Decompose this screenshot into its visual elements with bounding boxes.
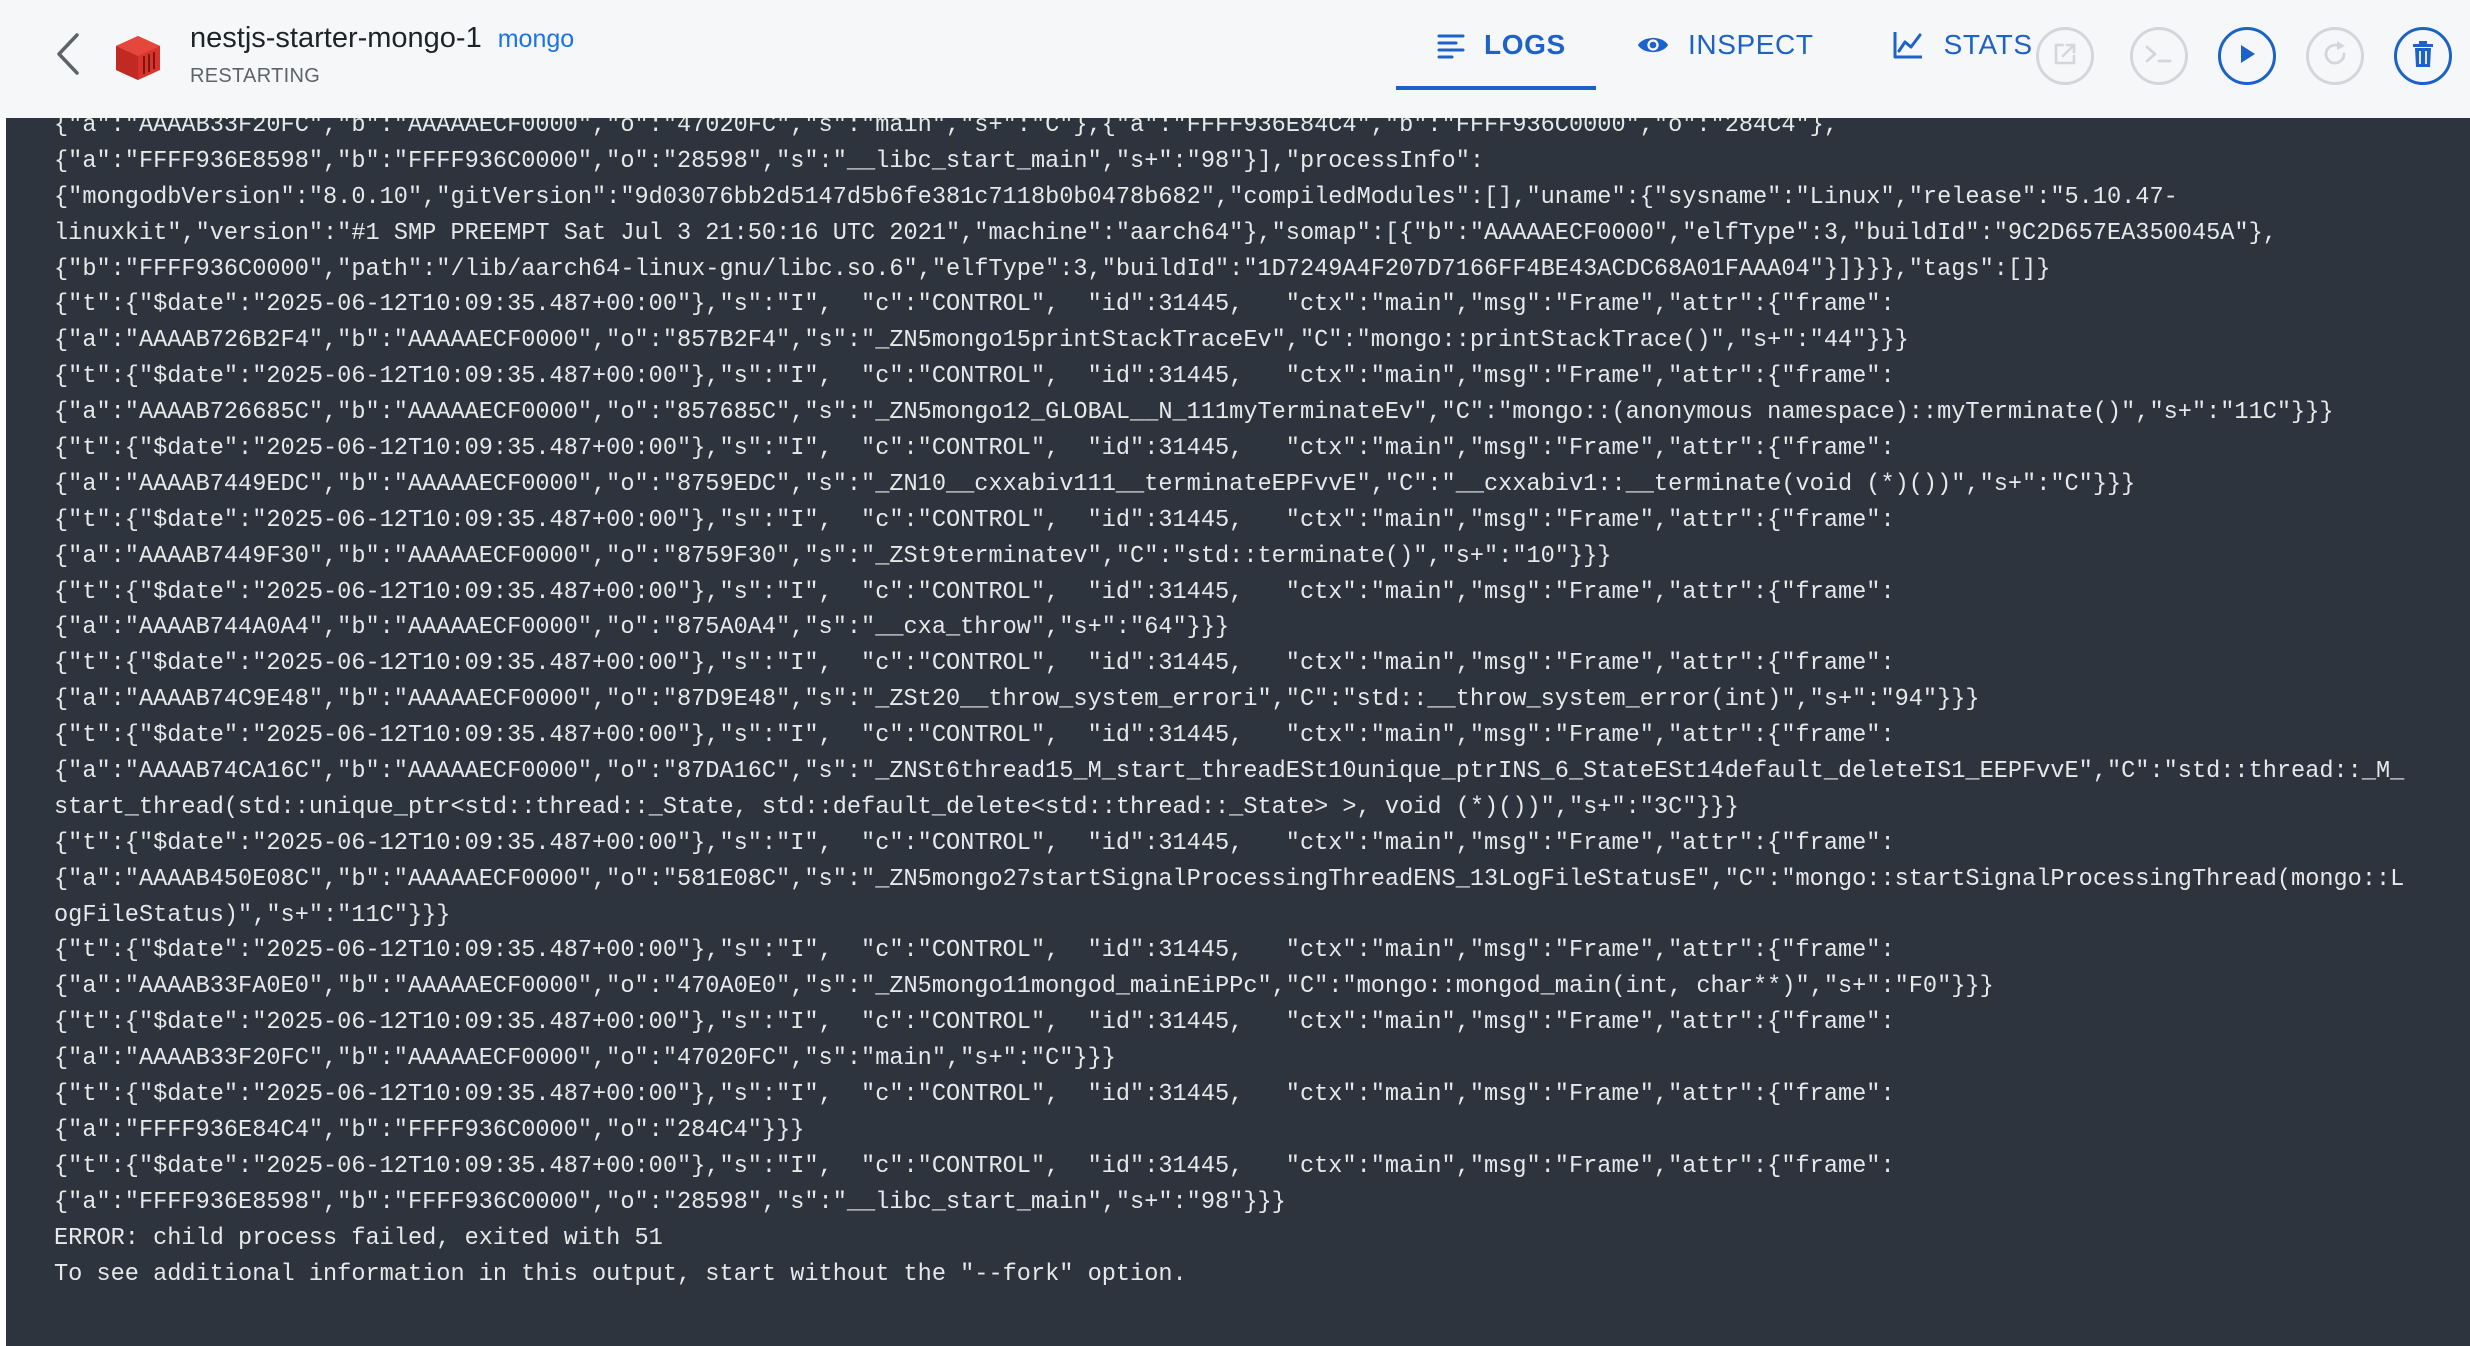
log-line: {"t":{"$date":"2025-06-12T10:09:35.487+0…	[54, 650, 1895, 678]
restart-icon	[2320, 39, 2350, 74]
log-line: {"a":"FFFF936E8598","b":"FFFF936C0000","…	[54, 1188, 1286, 1216]
log-line: {"t":{"$date":"2025-06-12T10:09:35.487+0…	[54, 1081, 1895, 1109]
cli-button[interactable]	[2130, 27, 2188, 85]
restart-button[interactable]	[2306, 27, 2364, 85]
log-line: {"t":{"$date":"2025-06-12T10:09:35.487+0…	[54, 363, 1895, 391]
terminal-icon	[2143, 42, 2175, 71]
log-line: To see additional information in this ou…	[54, 1260, 1187, 1288]
container-name: nestjs-starter-mongo-1	[190, 22, 482, 54]
log-line: ogFileStatus)","s+":"11C"}}}	[54, 901, 451, 929]
log-line: {"a":"AAAAB450E08C","b":"AAAAAECF0000","…	[54, 865, 2405, 893]
log-line: {"t":{"$date":"2025-06-12T10:09:35.487+0…	[54, 435, 1895, 463]
log-line: {"t":{"$date":"2025-06-12T10:09:35.487+0…	[54, 937, 1895, 965]
log-line: {"a":"AAAAB74C9E48","b":"AAAAAECF0000","…	[54, 686, 1980, 714]
log-line: {"t":{"$date":"2025-06-12T10:09:35.487+0…	[54, 1009, 1895, 1037]
log-line: {"b":"FFFF936C0000","path":"/lib/aarch64…	[54, 255, 2051, 283]
tab-bar: LOGS INSPECT STATS	[1396, 0, 2071, 90]
back-button[interactable]	[44, 26, 92, 86]
log-line: linuxkit","version":"#1 SMP PREEMPT Sat …	[54, 219, 2277, 247]
log-line: ERROR: child process failed, exited with…	[54, 1224, 663, 1252]
log-line: {"t":{"$date":"2025-06-12T10:09:35.487+0…	[54, 829, 1895, 857]
log-line: {"t":{"$date":"2025-06-12T10:09:35.487+0…	[54, 578, 1895, 606]
tab-inspect[interactable]: INSPECT	[1596, 0, 1852, 90]
log-line: {"t":{"$date":"2025-06-12T10:09:35.487+0…	[54, 1152, 1895, 1180]
log-line: {"mongodbVersion":"8.0.10","gitVersion":…	[54, 183, 2178, 211]
log-line: {"a":"AAAAB7449F30","b":"AAAAAECF0000","…	[54, 542, 1612, 570]
container-title-block: nestjs-starter-mongo-1 mongo RESTARTING	[190, 22, 574, 88]
log-line: {"t":{"$date":"2025-06-12T10:09:35.487+0…	[54, 291, 1895, 319]
eye-icon	[1636, 28, 1670, 62]
container-header: nestjs-starter-mongo-1 mongo RESTARTING …	[0, 0, 2470, 118]
tab-label: LOGS	[1484, 29, 1566, 60]
log-viewer[interactable]: {"a":"AAAAB33F20FC","b":"AAAAAECF0000","…	[6, 118, 2470, 1346]
log-line: {"a":"AAAAB33F20FC","b":"AAAAAECF0000","…	[54, 1045, 1116, 1073]
log-line: {"a":"AAAAB744A0A4","b":"AAAAAECF0000","…	[54, 614, 1230, 642]
open-external-icon	[2051, 40, 2079, 73]
log-line: {"a":"AAAAB33F20FC","b":"AAAAAECF0000","…	[54, 118, 1838, 139]
trash-icon	[2411, 40, 2435, 73]
delete-button[interactable]	[2394, 27, 2452, 85]
log-line: {"a":"FFFF936E84C4","b":"FFFF936C0000","…	[54, 1116, 805, 1144]
logs-icon	[1436, 28, 1466, 62]
log-line: {"a":"AAAAB74CA16C","b":"AAAAAECF0000","…	[54, 758, 2405, 786]
log-line: {"t":{"$date":"2025-06-12T10:09:35.487+0…	[54, 722, 1895, 750]
chevron-left-icon	[55, 32, 81, 81]
start-button[interactable]	[2218, 27, 2276, 85]
play-icon	[2236, 42, 2258, 71]
container-icon	[112, 34, 164, 82]
log-line: {"a":"AAAAB726B2F4","b":"AAAAAECF0000","…	[54, 327, 1909, 355]
chart-icon	[1892, 28, 1926, 62]
log-line: {"a":"FFFF936E8598","b":"FFFF936C0000","…	[54, 147, 1485, 175]
log-line: start_thread(std::unique_ptr<std::thread…	[54, 793, 1739, 821]
tab-logs[interactable]: LOGS	[1396, 0, 1596, 90]
status-label: RESTARTING	[190, 65, 321, 87]
log-line: {"a":"AAAAB7449EDC","b":"AAAAAECF0000","…	[54, 470, 2136, 498]
tab-label: INSPECT	[1688, 29, 1814, 60]
log-lines: {"a":"AAAAB33F20FC","b":"AAAAAECF0000","…	[54, 118, 2444, 1292]
log-line: {"a":"AAAAB726685C","b":"AAAAAECF0000","…	[54, 399, 2334, 427]
open-in-browser-button[interactable]	[2036, 27, 2094, 85]
image-link[interactable]: mongo	[498, 25, 574, 54]
log-line: {"t":{"$date":"2025-06-12T10:09:35.487+0…	[54, 506, 1895, 534]
log-line: {"a":"AAAAB33FA0E0","b":"AAAAAECF0000","…	[54, 973, 1994, 1001]
tab-label: STATS	[1943, 29, 2033, 60]
